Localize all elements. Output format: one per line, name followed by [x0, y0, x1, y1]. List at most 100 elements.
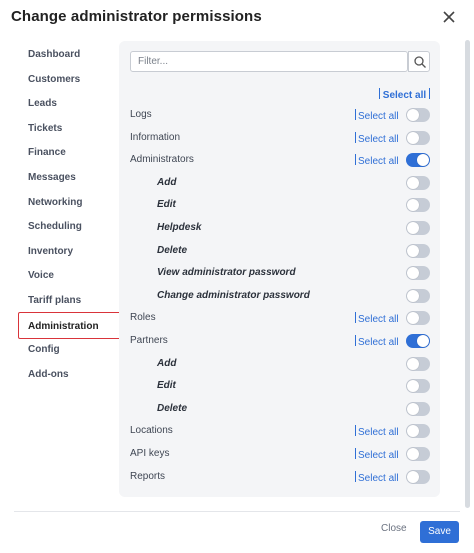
sidebar-item-administration[interactable]: Administration [18, 311, 122, 339]
permission-subitem: Add [119, 354, 440, 376]
permission-group: API keys Select all [119, 444, 440, 466]
permission-subitem: Delete [119, 399, 440, 421]
select-all-label: Select all [382, 90, 427, 101]
search-icon [414, 56, 426, 68]
divider [355, 425, 356, 437]
permission-label: Locations [130, 425, 173, 437]
select-all-label: Select all [358, 337, 399, 348]
permission-label: Delete [157, 402, 188, 414]
permission-subitem: Edit [119, 195, 440, 217]
divider [428, 88, 430, 99]
footer-divider [14, 511, 460, 512]
permission-toggle[interactable] [406, 175, 430, 190]
dialog-title: Change administrator permissions [11, 8, 262, 25]
sidebar-item-networking[interactable]: Networking [18, 189, 122, 216]
permission-subitem: Change administrator password [119, 286, 440, 308]
permission-toggle[interactable] [406, 311, 430, 326]
permission-subitem: View administrator password [119, 263, 440, 285]
permission-toggle[interactable] [406, 130, 430, 145]
filter-input[interactable] [130, 51, 408, 72]
sidebar-item-tickets[interactable]: Tickets [18, 115, 122, 142]
permission-group: Information Select all [119, 128, 440, 150]
save-button[interactable]: Save [420, 521, 459, 543]
sidebar-item-dashboard[interactable]: Dashboard [18, 41, 122, 68]
divider [355, 131, 356, 143]
permission-label: API keys [130, 448, 170, 459]
divider [355, 312, 356, 324]
divider [355, 154, 356, 166]
permission-toggle[interactable] [406, 198, 430, 213]
permission-toggle[interactable] [406, 334, 430, 348]
divider [379, 88, 380, 99]
permission-subitem: Add [119, 173, 440, 195]
permission-toggle[interactable] [406, 469, 430, 484]
permission-label: Change administrator password [157, 289, 310, 301]
sidebar-item-inventory[interactable]: Inventory [18, 238, 122, 265]
select-all-label: Select all [358, 450, 399, 461]
permission-label: Logs [130, 109, 152, 120]
permission-label: Delete [157, 244, 188, 256]
permission-label: Reports [130, 470, 166, 482]
permission-group: Locations Select all [119, 421, 440, 443]
select-all-label: Select all [358, 111, 399, 122]
permission-group: Roles Select all [119, 308, 440, 330]
permission-toggle[interactable] [406, 221, 430, 235]
select-all-link[interactable]: Select all [355, 425, 399, 438]
select-all-link[interactable]: Select all [355, 335, 399, 348]
sidebar-item-customers[interactable]: Customers [18, 66, 122, 93]
sidebar-item-config[interactable]: Config [18, 336, 122, 363]
sidebar-item-messages[interactable]: Messages [18, 164, 122, 191]
permission-label: Edit [157, 199, 176, 211]
permissions-dialog: Change administrator permissions Dashboa… [0, 0, 474, 553]
permission-label: Administrators [130, 154, 194, 166]
close-icon[interactable] [438, 6, 460, 28]
permission-toggle[interactable] [406, 108, 430, 122]
select-all-global-link[interactable]: Select all [379, 88, 430, 101]
search-button[interactable] [408, 51, 430, 72]
permission-subitem: Delete [119, 241, 440, 263]
divider [355, 109, 356, 120]
permission-toggle[interactable] [406, 401, 430, 416]
permissions-panel: Select all Logs Select all Information Sele… [119, 41, 440, 497]
sidebar-item-scheduling[interactable]: Scheduling [18, 213, 122, 240]
permission-label: Add [157, 357, 177, 369]
permission-label: Roles [130, 312, 156, 324]
permission-label: Information [130, 131, 181, 143]
select-all-label: Select all [358, 472, 399, 484]
permission-subitem: Edit [119, 376, 440, 398]
sidebar-item-voice[interactable]: Voice [18, 262, 122, 289]
select-all-link[interactable]: Select all [355, 154, 399, 167]
permission-toggle[interactable] [406, 356, 430, 371]
select-all-link[interactable]: Select all [355, 448, 399, 461]
select-all-label: Select all [358, 156, 399, 168]
divider [355, 470, 356, 482]
scrollbar[interactable] [465, 40, 470, 508]
permission-toggle[interactable] [406, 288, 430, 303]
permission-label: Partners [130, 335, 168, 346]
sidebar-item-add-ons[interactable]: Add-ons [18, 361, 122, 388]
permission-toggle[interactable] [406, 243, 430, 258]
permission-group: Logs Select all [119, 105, 440, 127]
permission-toggle[interactable] [406, 153, 430, 168]
divider [355, 335, 356, 346]
sidebar-item-leads[interactable]: Leads [18, 90, 122, 117]
select-all-label: Select all [358, 314, 399, 326]
select-all-label: Select all [358, 427, 399, 439]
sidebar-item-finance[interactable]: Finance [18, 139, 122, 166]
permission-label: Helpdesk [157, 222, 202, 233]
permission-group: Partners Select all [119, 331, 440, 353]
permission-toggle[interactable] [406, 266, 430, 281]
sidebar-item-tariff-plans[interactable]: Tariff plans [18, 287, 122, 314]
select-all-link[interactable]: Select all [355, 312, 399, 325]
permission-toggle[interactable] [406, 424, 430, 439]
close-button[interactable]: Close [381, 523, 407, 534]
permission-subitem: Helpdesk [119, 218, 440, 240]
permission-group: Administrators Select all [119, 150, 440, 172]
divider [355, 448, 356, 459]
select-all-link[interactable]: Select all [355, 109, 399, 122]
select-all-link[interactable]: Select all [355, 131, 399, 145]
permission-label: View administrator password [157, 267, 296, 279]
permission-toggle[interactable] [406, 379, 430, 394]
select-all-link[interactable]: Select all [355, 470, 399, 484]
permission-toggle[interactable] [406, 447, 430, 461]
